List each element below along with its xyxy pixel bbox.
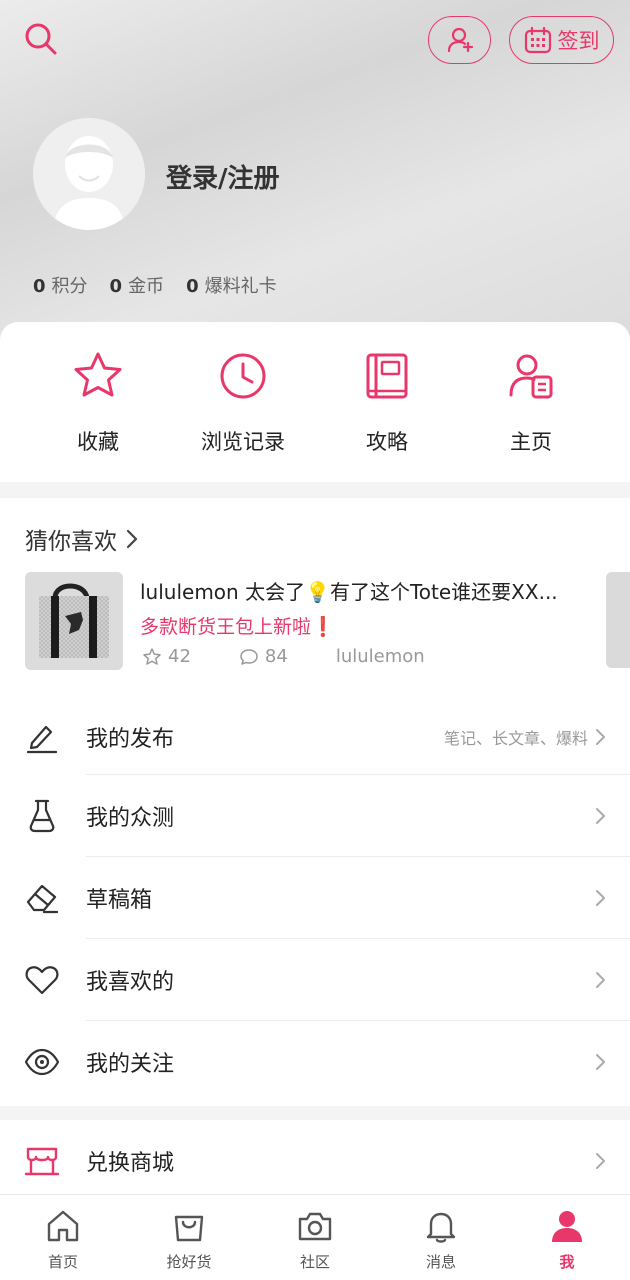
checkin-button[interactable]: 签到	[509, 16, 614, 64]
stat-gift-cards[interactable]: 0 爆料礼卡	[186, 272, 277, 298]
search-icon	[25, 23, 57, 55]
settings-menu: 我的发布 笔记、长文章、爆料 我的众测 草稿箱 我喜欢的 我的关注	[0, 696, 630, 1106]
user-add-icon	[447, 27, 473, 53]
post-meta: 42 84 lululemon	[142, 646, 449, 667]
quick-history[interactable]: 浏览记录	[183, 348, 303, 456]
menu-my-posts-hint: 笔记、长文章、爆料	[443, 729, 588, 748]
stat-points[interactable]: 0 积分	[33, 272, 88, 298]
tab-home[interactable]: 首页	[0, 1195, 126, 1280]
store-icon	[24, 1147, 60, 1176]
post-likes[interactable]: 42	[142, 646, 215, 667]
bell-icon	[426, 1212, 456, 1243]
chevron-right-icon	[596, 808, 605, 824]
tab-me[interactable]: 我	[504, 1195, 630, 1280]
checkin-label: 签到	[557, 29, 600, 53]
book-icon	[366, 353, 408, 399]
login-register-link[interactable]: 登录/注册	[166, 158, 280, 195]
heart-icon	[25, 966, 59, 995]
chevron-right-icon	[596, 890, 605, 906]
recommend-section: 猜你喜欢 lululemon 太会了💡有了这个Tote谁还要XX... 多款断货…	[0, 498, 630, 698]
quick-homepage[interactable]: 主页	[471, 348, 591, 456]
tab-messages[interactable]: 消息	[378, 1195, 504, 1280]
star-icon	[74, 352, 122, 397]
tab-deals[interactable]: 抢好货	[126, 1195, 252, 1280]
post-comments[interactable]: 84	[239, 646, 312, 667]
shop-section: 兑换商城	[0, 1120, 630, 1200]
clock-icon	[220, 353, 266, 399]
stat-coins[interactable]: 0 金币	[110, 272, 165, 298]
chevron-right-icon	[596, 1054, 605, 1070]
camera-icon	[298, 1212, 332, 1241]
quick-actions-card: 收藏 浏览记录 攻略 主页	[0, 322, 630, 482]
chevron-right-icon	[596, 729, 605, 745]
chevron-right-icon	[126, 529, 138, 549]
profile-card-icon	[509, 354, 553, 399]
tab-community[interactable]: 社区	[252, 1195, 378, 1280]
post-author[interactable]: lululemon	[336, 646, 425, 667]
post-subtitle: 多款断货王包上新啦❗	[140, 616, 335, 638]
quick-favorites[interactable]: 收藏	[38, 348, 158, 456]
menu-my-posts[interactable]: 我的发布 笔记、长文章、爆料	[0, 696, 630, 778]
tote-bag-image	[25, 572, 123, 670]
person-icon	[552, 1211, 582, 1242]
carousel-next-peek[interactable]	[606, 572, 630, 668]
menu-following[interactable]: 我的关注	[0, 1021, 630, 1103]
flask-icon	[29, 799, 55, 833]
chevron-right-icon	[596, 1153, 605, 1169]
chevron-right-icon	[596, 972, 605, 988]
menu-my-trials[interactable]: 我的众测	[0, 775, 630, 857]
bottom-tab-bar: 首页 抢好货 社区 消息 我	[0, 1194, 630, 1280]
post-thumbnail[interactable]	[25, 572, 123, 670]
avatar[interactable]	[33, 118, 145, 230]
home-icon	[47, 1210, 79, 1242]
menu-drafts[interactable]: 草稿箱	[0, 857, 630, 939]
star-outline-icon	[143, 647, 161, 665]
bag-icon	[174, 1215, 204, 1242]
comment-icon	[240, 648, 258, 665]
add-friend-button[interactable]	[428, 16, 491, 64]
quick-guides[interactable]: 攻略	[327, 348, 447, 456]
eye-icon	[24, 1048, 60, 1076]
calendar-icon	[524, 26, 551, 54]
eraser-icon	[26, 884, 59, 914]
post-title[interactable]: lululemon 太会了💡有了这个Tote谁还要XX...	[140, 576, 590, 605]
search-button[interactable]	[22, 20, 60, 58]
menu-likes[interactable]: 我喜欢的	[0, 939, 630, 1021]
pen-icon	[26, 725, 58, 754]
user-stats: 0 积分 0 金币 0 爆料礼卡	[33, 272, 277, 298]
default-avatar-icon	[33, 118, 145, 230]
menu-exchange-store[interactable]: 兑换商城	[0, 1120, 630, 1202]
recommend-header[interactable]: 猜你喜欢	[25, 522, 139, 556]
profile-header: 签到 登录/注册 0 积分 0 金币 0 爆料礼卡	[0, 0, 630, 340]
recommend-title: 猜你喜欢	[25, 529, 117, 555]
